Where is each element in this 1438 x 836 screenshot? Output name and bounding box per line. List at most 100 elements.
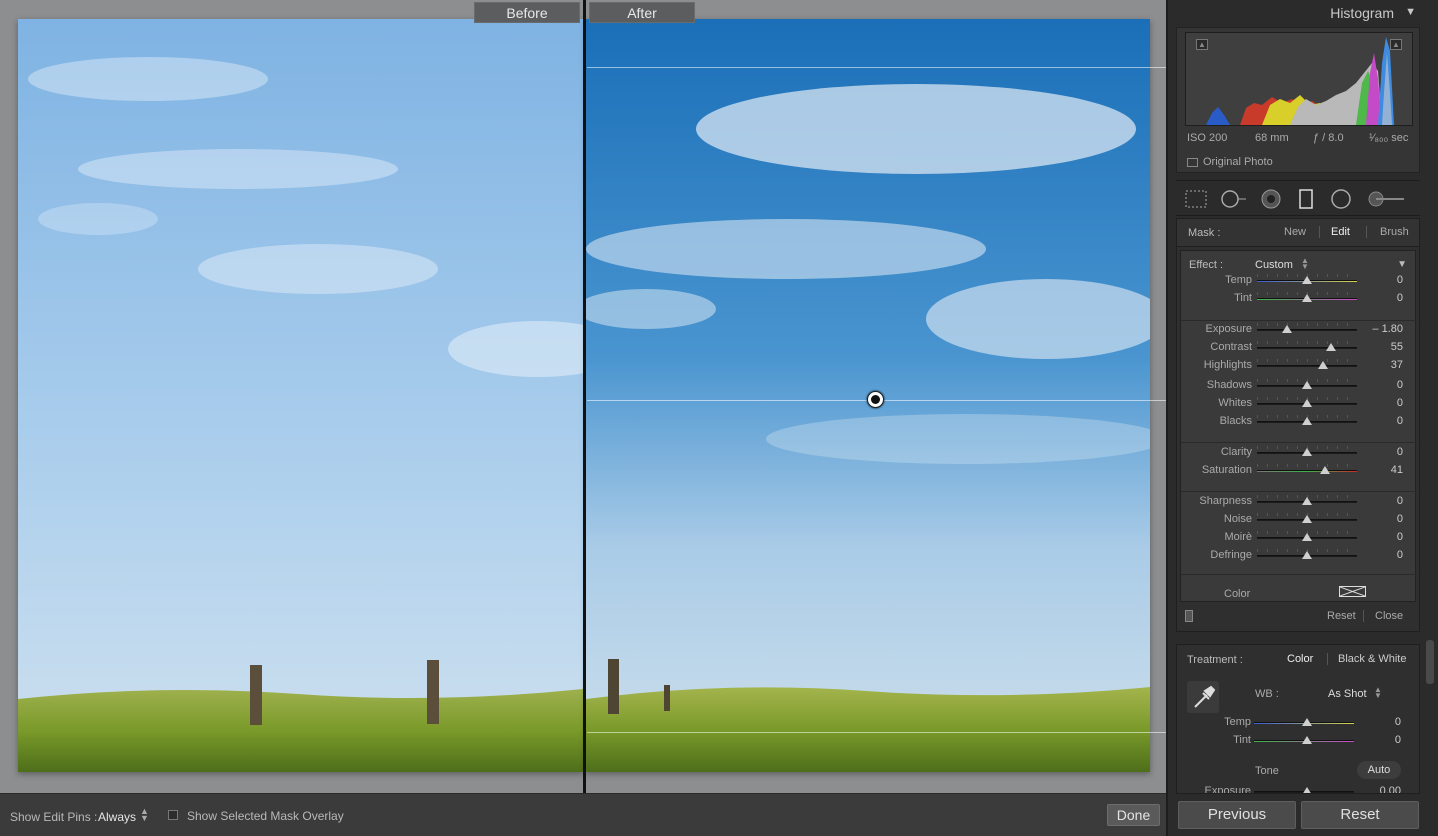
slider-saturation[interactable]: Saturation 41	[1181, 462, 1417, 480]
slider-value[interactable]: 41	[1391, 464, 1403, 476]
slider-thumb[interactable]	[1302, 736, 1312, 744]
slider-value[interactable]: 0	[1397, 446, 1403, 458]
shadow-clipping-toggle[interactable]: ▲	[1196, 39, 1208, 50]
slider-thumb[interactable]	[1318, 361, 1328, 369]
slider-thumb[interactable]	[1302, 399, 1312, 407]
histogram-title[interactable]: Histogram	[1330, 5, 1394, 21]
slider-thumb[interactable]	[1302, 417, 1312, 425]
mask-new-button[interactable]: New	[1284, 226, 1306, 238]
color-swatch[interactable]	[1339, 586, 1366, 597]
show-edit-pins-select[interactable]: Always	[98, 810, 136, 824]
slider-thumb[interactable]	[1302, 515, 1312, 523]
reset-button[interactable]: Reset	[1301, 801, 1419, 829]
slider-exposure[interactable]: Exposure – 1.80	[1181, 321, 1417, 339]
slider-track[interactable]	[1257, 533, 1357, 541]
slider-defringe[interactable]: Defringe 0	[1181, 547, 1417, 565]
slider-thumb[interactable]	[1326, 343, 1336, 351]
slider-track[interactable]	[1257, 294, 1357, 302]
slider-thumb[interactable]	[1320, 466, 1330, 474]
edit-pin[interactable]	[867, 391, 884, 408]
histogram-header[interactable]: Histogram ▼	[1168, 0, 1424, 26]
slider-thumb[interactable]	[1302, 276, 1312, 284]
slider-value[interactable]: 0	[1397, 513, 1403, 525]
mask-reset-button[interactable]: Reset	[1327, 610, 1356, 622]
slider-shadows[interactable]: Shadows 0	[1181, 377, 1417, 395]
select-arrows-icon[interactable]: ▲ ▼	[140, 807, 149, 823]
slider-contrast[interactable]: Contrast 55	[1181, 339, 1417, 357]
slider-track[interactable]	[1257, 466, 1357, 474]
slider-whites[interactable]: Whites 0	[1181, 395, 1417, 413]
select-arrows-icon[interactable]: ▲ ▼	[1374, 686, 1382, 700]
slider-clarity[interactable]: Clarity 0	[1181, 444, 1417, 462]
slider-value[interactable]: 37	[1391, 359, 1403, 371]
original-photo-checkbox[interactable]	[1187, 158, 1198, 167]
slider-value[interactable]: 0	[1397, 397, 1403, 409]
slider-track[interactable]	[1257, 276, 1357, 284]
slider-value[interactable]: 0	[1397, 292, 1403, 304]
slider-value[interactable]: 0	[1397, 415, 1403, 427]
triangle-down-icon[interactable]: ▼	[1397, 259, 1407, 270]
slider-track[interactable]	[1254, 718, 1354, 726]
slider-value[interactable]: 0	[1395, 716, 1401, 728]
slider-thumb[interactable]	[1302, 294, 1312, 302]
slider-track[interactable]	[1257, 515, 1357, 523]
slider-value[interactable]: – 1.80	[1372, 323, 1403, 335]
mask-close-button[interactable]: Close	[1375, 610, 1403, 622]
slider-track[interactable]	[1257, 343, 1357, 351]
slider-track[interactable]	[1257, 417, 1357, 425]
slider-track[interactable]	[1257, 361, 1357, 369]
slider-value[interactable]: 0	[1397, 495, 1403, 507]
slider-thumb[interactable]	[1302, 381, 1312, 389]
slider-value[interactable]: 0	[1397, 531, 1403, 543]
mask-brush-button[interactable]: Brush	[1380, 226, 1409, 238]
adjustment-brush-icon[interactable]	[1366, 189, 1406, 212]
slider-thumb[interactable]	[1302, 533, 1312, 541]
compare-split-divider[interactable]	[583, 0, 586, 793]
mask-edit-button[interactable]: Edit	[1331, 226, 1350, 238]
mask-overlay-checkbox[interactable]	[168, 810, 178, 820]
slider-noise[interactable]: Noise 0	[1181, 511, 1417, 529]
slider-value[interactable]: 0	[1397, 379, 1403, 391]
basic-tint-slider[interactable]: Tint 0	[1177, 732, 1413, 750]
mask-overlay-label[interactable]: Show Selected Mask Overlay	[187, 809, 344, 823]
slider-highlights[interactable]: Highlights 37	[1181, 357, 1417, 375]
spot-removal-icon[interactable]	[1220, 189, 1250, 212]
slider-value[interactable]: 0	[1397, 549, 1403, 561]
tone-auto-button[interactable]: Auto	[1357, 761, 1401, 779]
treatment-bw-button[interactable]: Black & White	[1338, 653, 1406, 665]
slider-track[interactable]	[1257, 448, 1357, 456]
slider-thumb[interactable]	[1302, 497, 1312, 505]
original-photo-label[interactable]: Original Photo	[1203, 156, 1273, 168]
eyedropper-icon[interactable]	[1187, 681, 1219, 713]
previous-button[interactable]: Previous	[1178, 801, 1296, 829]
panel-scrollbar[interactable]	[1426, 640, 1434, 684]
basic-exposure-slider[interactable]: Exposure 0.00	[1177, 783, 1413, 793]
slider-temp[interactable]: Temp 0	[1181, 272, 1417, 290]
wb-preset-select[interactable]: As Shot	[1328, 688, 1367, 700]
slider-tint[interactable]: Tint 0	[1181, 290, 1417, 308]
slider-track[interactable]	[1254, 736, 1354, 744]
graduated-filter-icon[interactable]	[1298, 189, 1314, 212]
effect-preset-select[interactable]: Custom	[1255, 259, 1293, 271]
triangle-down-icon[interactable]: ▼	[1405, 6, 1416, 18]
slider-track[interactable]	[1257, 497, 1357, 505]
highlight-clipping-toggle[interactable]: ▲	[1390, 39, 1402, 50]
slider-value[interactable]: 55	[1391, 341, 1403, 353]
slider-track[interactable]	[1257, 381, 1357, 389]
radial-filter-icon[interactable]	[1330, 189, 1352, 212]
photo-compare-area[interactable]: Before After	[0, 0, 1166, 793]
slider-track[interactable]	[1254, 787, 1354, 793]
slider-thumb[interactable]	[1282, 325, 1292, 333]
slider-track[interactable]	[1257, 551, 1357, 559]
graduated-filter-top-line[interactable]	[587, 67, 1166, 68]
slider-value[interactable]: 0	[1397, 274, 1403, 286]
mask-toggle-switch[interactable]	[1185, 610, 1193, 622]
slider-value[interactable]: 0.00	[1380, 785, 1401, 793]
histogram-graph[interactable]: ▲ ▲	[1185, 32, 1413, 126]
slider-thumb[interactable]	[1302, 551, 1312, 559]
slider-track[interactable]	[1257, 325, 1357, 333]
slider-sharpness[interactable]: Sharpness 0	[1181, 493, 1417, 511]
slider-thumb[interactable]	[1302, 787, 1312, 793]
slider-blacks[interactable]: Blacks 0	[1181, 413, 1417, 431]
crop-overlay-icon[interactable]	[1184, 189, 1208, 212]
